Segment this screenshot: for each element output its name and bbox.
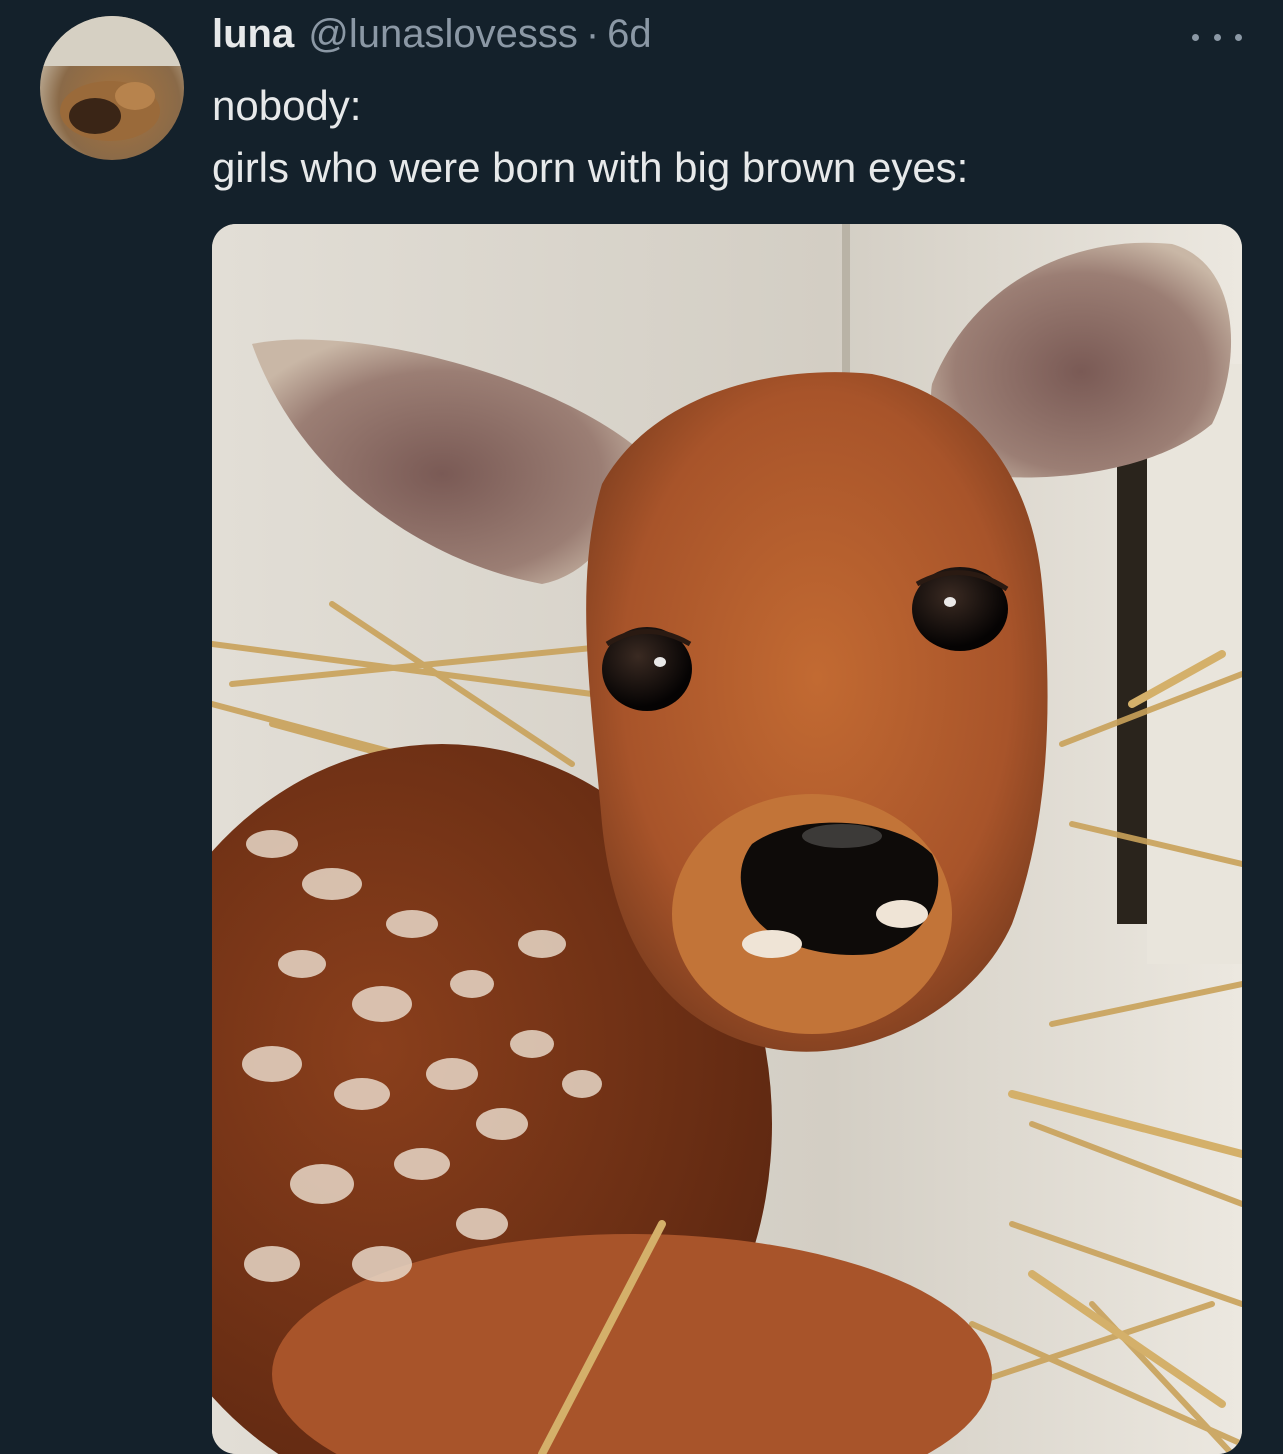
more-dot [1213,33,1221,41]
tweet-text-line-1: nobody: [212,82,362,129]
tweet-header: luna @lunaslovesss · 6d [212,12,652,62]
avatar[interactable] [40,16,184,160]
more-dot [1192,33,1199,41]
more-dot [1235,33,1242,41]
separator-dot: · [585,12,600,56]
display-name[interactable]: luna [212,12,294,57]
more-horizontal-icon[interactable] [1192,30,1242,44]
user-handle[interactable]: @lunaslovesss [308,12,578,57]
tweet-text-line-2: girls who were born with big brown eyes: [212,144,969,191]
tweet: luna @lunaslovesss · 6d nobody: girls wh… [0,0,1283,1454]
timestamp[interactable]: 6d [607,12,652,57]
tweet-media-image[interactable] [212,224,1242,1454]
